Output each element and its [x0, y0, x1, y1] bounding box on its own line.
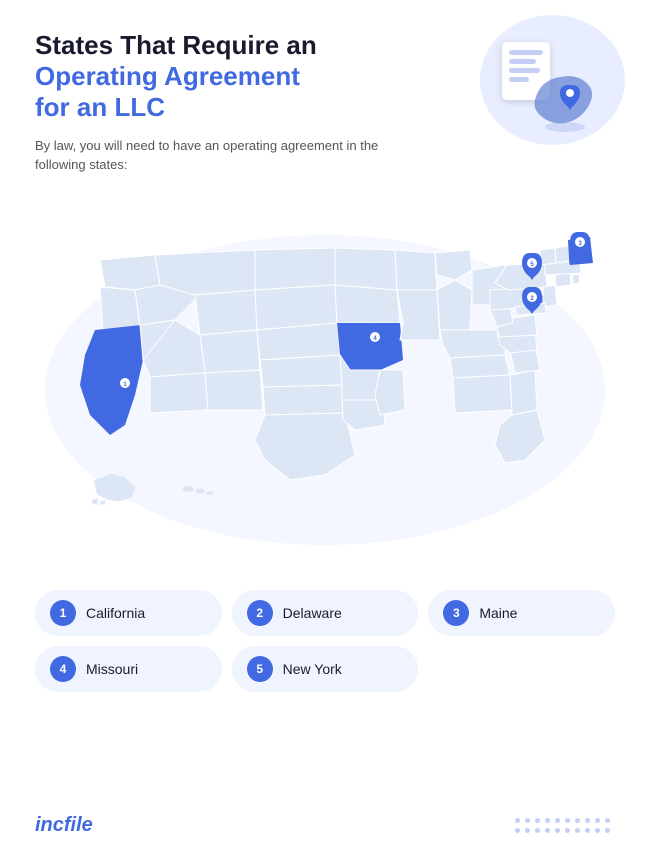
- page: States That Require an Operating Agreeme…: [0, 0, 650, 857]
- legend-number-4: 4: [50, 656, 76, 682]
- title-line2: Operating Agreement: [35, 61, 405, 92]
- legend-label-delaware: Delaware: [283, 605, 342, 621]
- legend: 1 California 2 Delaware 3 Maine 4 Missou…: [35, 590, 615, 692]
- legend-item-maine: 3 Maine: [428, 590, 615, 636]
- legend-number-5: 5: [247, 656, 273, 682]
- subtitle: By law, you will need to have an operati…: [35, 136, 405, 175]
- hero-illustration: [455, 30, 615, 150]
- legend-item-missouri: 4 Missouri: [35, 646, 222, 692]
- legend-item-california: 1 California: [35, 590, 222, 636]
- map-pin-hero-icon: [530, 65, 600, 140]
- legend-number-2: 2: [247, 600, 273, 626]
- footer: incfile: [35, 814, 615, 837]
- legend-number-1: 1: [50, 600, 76, 626]
- legend-number-3: 3: [443, 600, 469, 626]
- legend-label-california: California: [86, 605, 145, 621]
- legend-label-maine: Maine: [479, 605, 517, 621]
- legend-item-delaware: 2 Delaware: [232, 590, 419, 636]
- legend-item-newyork: 5 New York: [232, 646, 419, 692]
- map-container: 1 2 3 4: [35, 195, 615, 575]
- header: States That Require an Operating Agreeme…: [35, 30, 615, 175]
- legend-label-missouri: Missouri: [86, 661, 138, 677]
- title-line3: for an LLC: [35, 92, 405, 123]
- dots-decoration: [515, 818, 615, 833]
- title-line1: States That Require an: [35, 30, 405, 61]
- usa-map: 1 2 3 4: [35, 195, 615, 575]
- brand-logo: incfile: [35, 814, 93, 837]
- legend-label-newyork: New York: [283, 661, 342, 677]
- title-block: States That Require an Operating Agreeme…: [35, 30, 405, 175]
